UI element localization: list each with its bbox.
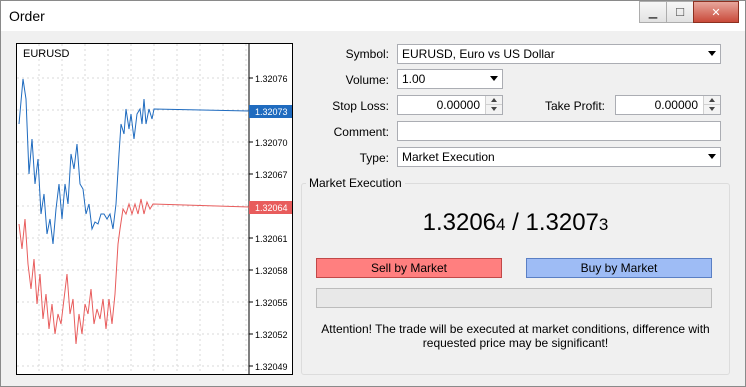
type-select[interactable]: Market Execution bbox=[397, 147, 721, 167]
tick-label: 1.32061 bbox=[255, 234, 288, 244]
ask-price-line bbox=[18, 78, 250, 245]
market-execution-title: Market Execution bbox=[306, 176, 405, 190]
bid-price-main: 1.3206 bbox=[422, 209, 497, 236]
chart-symbol: EURUSD bbox=[23, 48, 70, 60]
arrow-down-icon bbox=[709, 107, 715, 111]
symbol-value: EURUSD, Euro vs US Dollar bbox=[402, 47, 555, 61]
chevron-down-icon bbox=[708, 51, 716, 56]
volume-label: Volume: bbox=[345, 73, 389, 87]
comment-label: Comment: bbox=[333, 125, 389, 139]
bid-ask-prices: 1.32064 / 1.32073 bbox=[301, 209, 730, 237]
title-bar[interactable]: Order ▁ ☐ ✕ bbox=[1, 1, 745, 31]
volume-select[interactable]: 1.00 bbox=[397, 69, 503, 89]
bid-price-marker-label: 1.32064 bbox=[255, 203, 288, 213]
chevron-down-icon bbox=[490, 76, 498, 81]
take-profit-label: Take Profit: bbox=[544, 99, 605, 113]
arrow-down-icon bbox=[491, 107, 497, 111]
type-label: Type: bbox=[359, 151, 389, 165]
ask-price-marker-label: 1.32073 bbox=[255, 107, 288, 117]
arrow-up-icon bbox=[491, 98, 497, 102]
window-title: Order bbox=[9, 8, 45, 24]
tick-label: 1.32076 bbox=[255, 74, 288, 84]
bid-price-line bbox=[18, 198, 250, 345]
symbol-select[interactable]: EURUSD, Euro vs US Dollar bbox=[397, 44, 721, 64]
chevron-down-icon bbox=[708, 154, 716, 159]
tick-label: 1.32067 bbox=[255, 170, 288, 180]
ask-price-main: 1.3207 bbox=[525, 209, 599, 236]
arrow-up-icon bbox=[709, 98, 715, 102]
type-value: Market Execution bbox=[402, 150, 495, 164]
sell-by-market-button[interactable]: Sell by Market bbox=[316, 258, 502, 278]
window-controls: ▁ ☐ ✕ bbox=[639, 1, 739, 23]
buy-by-market-button[interactable]: Buy by Market bbox=[526, 258, 712, 278]
take-profit-stepper bbox=[703, 96, 720, 114]
close-button[interactable]: ✕ bbox=[693, 1, 739, 23]
stop-loss-value: 0.00000 bbox=[436, 98, 480, 112]
volume-value: 1.00 bbox=[402, 72, 426, 86]
take-profit-input[interactable]: 0.00000 bbox=[615, 95, 721, 115]
take-profit-value: 0.00000 bbox=[654, 98, 698, 112]
execution-progress-bar bbox=[316, 288, 712, 308]
ask-price: 1.32073 bbox=[526, 209, 609, 236]
tick-chart-svg: 1.32076 1.32073 1.32070 1.32067 1.32064 1.320… bbox=[17, 44, 292, 374]
tick-chart: 1.32076 1.32073 1.32070 1.32067 1.32064 1.320… bbox=[16, 43, 293, 375]
price-axis-ticks: 1.32076 1.32073 1.32070 1.32067 1.32064 1.320… bbox=[249, 74, 288, 372]
stop-loss-down-button[interactable] bbox=[486, 105, 502, 114]
stop-loss-stepper bbox=[485, 96, 502, 114]
comment-input[interactable] bbox=[397, 121, 721, 141]
tick-label: 1.32070 bbox=[255, 138, 288, 148]
bid-price: 1.32064 bbox=[423, 209, 506, 236]
ask-price-pip: 3 bbox=[598, 215, 609, 234]
take-profit-up-button[interactable] bbox=[704, 96, 720, 105]
maximize-button[interactable]: ☐ bbox=[666, 1, 694, 23]
tick-label: 1.32052 bbox=[255, 330, 288, 340]
tick-label: 1.32049 bbox=[255, 362, 288, 372]
stop-loss-input[interactable]: 0.00000 bbox=[397, 95, 503, 115]
price-separator: / bbox=[505, 209, 526, 236]
stop-loss-up-button[interactable] bbox=[486, 96, 502, 105]
symbol-label: Symbol: bbox=[345, 47, 389, 61]
minimize-button[interactable]: ▁ bbox=[639, 1, 667, 23]
attention-message: Attention! The trade will be executed at… bbox=[321, 322, 710, 350]
stop-loss-label: Stop Loss: bbox=[332, 99, 389, 113]
tick-label: 1.32058 bbox=[255, 266, 288, 276]
take-profit-down-button[interactable] bbox=[704, 105, 720, 114]
tick-label: 1.32055 bbox=[255, 298, 288, 308]
